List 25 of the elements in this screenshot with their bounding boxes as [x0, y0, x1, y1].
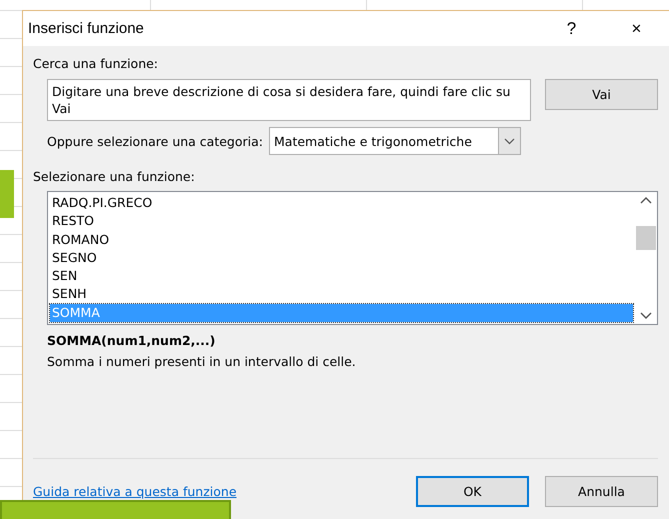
category-dropdown[interactable]: Matematiche e trigonometriche [269, 127, 521, 155]
go-button[interactable]: Vai [545, 79, 658, 110]
function-label: Selezionare una funzione: [33, 169, 196, 184]
list-item[interactable]: SENH [50, 285, 633, 304]
list-item[interactable]: SEGNO [50, 248, 633, 268]
list-item[interactable]: RESTO [50, 212, 633, 231]
function-signature: SOMMA(num1,num2,...) [46, 333, 216, 348]
help-button[interactable]: ? [539, 18, 604, 38]
ok-button[interactable]: OK [416, 476, 529, 507]
search-label: Cerca una funzione: [33, 56, 160, 71]
scroll-thumb[interactable] [636, 226, 656, 250]
function-description: Somma i numeri presenti in un intervallo di celle. [46, 354, 357, 369]
chevron-up-icon[interactable] [640, 196, 652, 204]
list-item[interactable]: RADQ.PI.GRECO [50, 194, 633, 212]
highlight-bar [0, 170, 14, 218]
search-field[interactable]: Digitare una breve descrizione di cosa si desidera fare, quindi fare clic su Vai [47, 79, 531, 121]
list-item[interactable]: SEN [50, 267, 633, 286]
cancel-button[interactable]: Annulla [545, 476, 658, 507]
list-item[interactable]: ROMANO [50, 230, 633, 249]
category-label: Oppure selezionare una categoria: [47, 134, 263, 148]
window-title: Inserisci funzione [28, 20, 145, 37]
help-link[interactable]: Guida relativa a questa funzione [33, 484, 400, 499]
close-button[interactable]: × [604, 18, 669, 38]
chevron-down-icon [504, 138, 515, 144]
chevron-down-icon[interactable] [640, 312, 652, 320]
